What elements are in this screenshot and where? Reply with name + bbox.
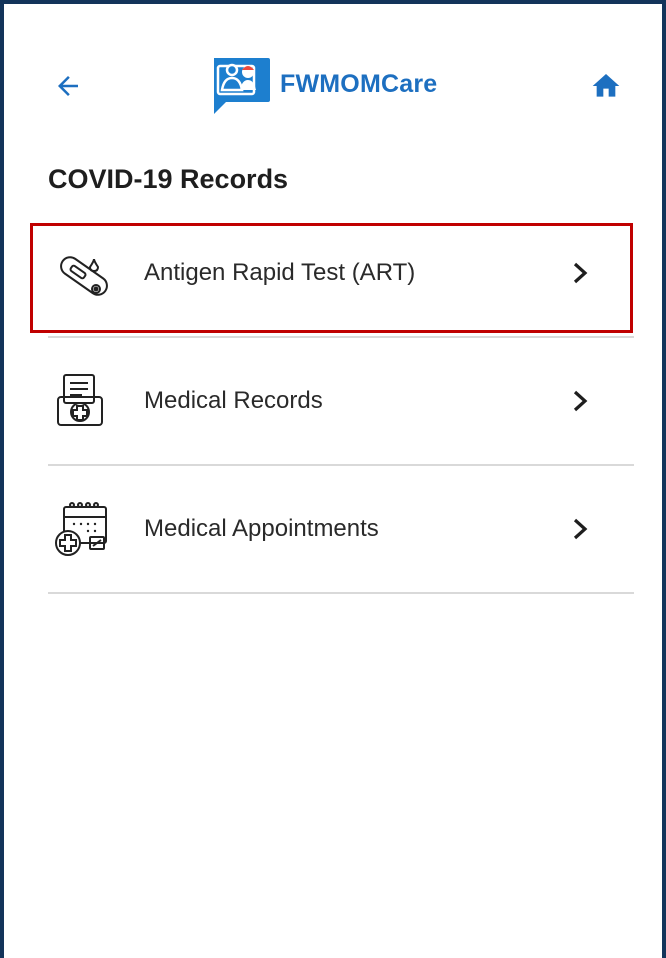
list-item-label: Medical Appointments <box>144 515 379 542</box>
arrow-left-icon <box>58 76 78 96</box>
list-item-medical-records[interactable]: Medical Records <box>48 338 634 466</box>
test-kit-icon <box>60 256 108 296</box>
home-button[interactable] <box>586 66 626 106</box>
records-list: Antigen Rapid Test (ART) Medical Records <box>48 210 634 594</box>
app-header: FWMOMCare <box>4 54 662 118</box>
chevron-right-icon <box>573 262 588 284</box>
calendar-medical-icon <box>55 502 107 556</box>
chevron-right-icon <box>573 390 588 412</box>
app-frame: FWMOMCare COVID-19 Records Antigen Rapid… <box>0 0 666 958</box>
medical-record-icon <box>57 374 103 426</box>
list-item-label: Antigen Rapid Test (ART) <box>144 259 416 286</box>
fwmomcare-logo-icon <box>214 58 270 114</box>
page-title: COVID-19 Records <box>48 164 289 194</box>
list-item-antigen-rapid-test[interactable]: Antigen Rapid Test (ART) <box>48 210 634 338</box>
back-button[interactable] <box>48 66 88 106</box>
list-item-medical-appointments[interactable]: Medical Appointments <box>48 466 634 594</box>
list-item-label: Medical Records <box>144 387 323 414</box>
chevron-right-icon <box>573 518 588 540</box>
home-icon <box>592 74 620 97</box>
app-logo: FWMOMCare <box>210 56 437 116</box>
app-name: FWMOMCare <box>280 70 438 98</box>
